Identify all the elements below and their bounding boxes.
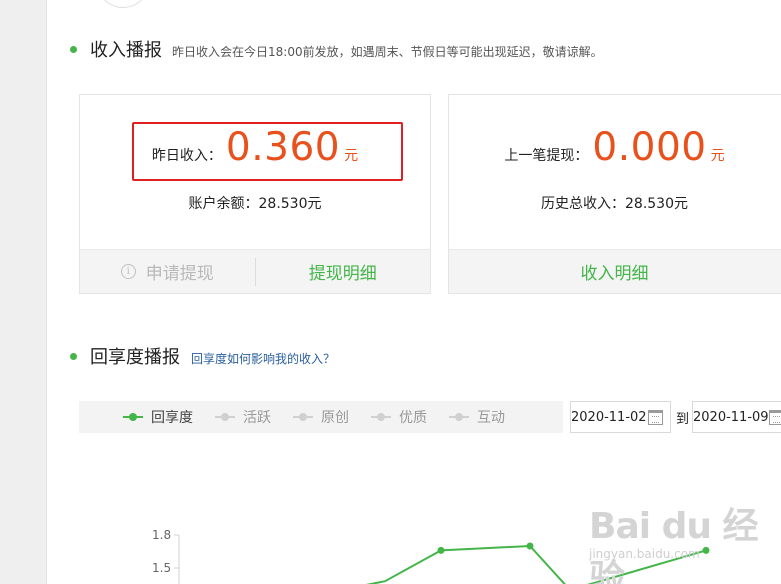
date-range-separator: 到 (676, 412, 690, 427)
income-section-title: 收入播报 (90, 40, 162, 61)
last-withdraw-value: 0.000 (592, 125, 707, 170)
history-total-income: 历史总收入：28.530元 (541, 196, 688, 212)
legend-item-original[interactable]: 原创 (293, 407, 349, 427)
legend-line-icon (215, 412, 235, 422)
legend-label: 活跃 (243, 410, 271, 426)
legend-item-interaction[interactable]: 互动 (449, 407, 505, 427)
yesterday-income-card: 昨日收入： 0.360 元 账户余额：28.530元 i 申请提现 提现明细 (79, 94, 431, 294)
engagement-section-header: 回享度播报 回享度如何影响我的收入？ (70, 343, 335, 369)
calendar-icon[interactable] (648, 410, 663, 425)
end-date-value: 2020-11-09 (693, 409, 769, 425)
engagement-help-link[interactable]: 回享度如何影响我的收入？ (191, 350, 335, 367)
avatar (98, 0, 148, 8)
data-point[interactable] (437, 546, 445, 554)
watermark-logo-text: Bai du 经验 (589, 506, 759, 584)
bullet-dot (70, 353, 77, 360)
left-rail (0, 0, 47, 584)
legend-line-icon (449, 412, 469, 422)
income-section-note: 昨日收入会在今日18:00前发放，如遇周末、节假日等可能出现延迟，敬请谅解。 (172, 45, 603, 59)
start-date-value: 2020-11-02 (571, 409, 647, 425)
y-tick-label: 1.8 (152, 528, 171, 542)
legend-label: 互动 (477, 410, 505, 426)
watermark-url: jingyan.baidu.com (589, 547, 700, 561)
card-footer: i 申请提现 提现明细 (80, 249, 430, 293)
y-tick-label: 1.5 (152, 561, 171, 575)
account-balance: 账户余额：28.530元 (188, 196, 322, 212)
bullet-dot (70, 46, 77, 53)
income-section-header: 收入播报 昨日收入会在今日18:00前发放，如遇周末、节假日等可能出现延迟，敬请… (70, 36, 603, 62)
legend-line-icon (293, 412, 313, 422)
start-date-input[interactable]: 2020-11-02 (570, 401, 671, 433)
last-withdraw-row: 上一笔提现： 0.000 元 (449, 125, 781, 170)
last-withdraw-label: 上一笔提现： (504, 148, 589, 164)
baidu-watermark: Bai du 经验 jingyan.baidu.com (589, 497, 781, 584)
legend-line-icon (123, 412, 143, 422)
apply-withdraw-label: 申请提现 (145, 264, 214, 284)
legend-line-icon (371, 412, 391, 422)
legend-item-engagement[interactable]: 回享度 (123, 407, 193, 427)
engagement-section-title: 回享度播报 (90, 347, 180, 368)
last-withdraw-card: 上一笔提现： 0.000 元 历史总收入：28.530元 收入明细 (448, 94, 781, 294)
end-date-input[interactable]: 2020-11-09 (692, 401, 781, 433)
withdraw-detail-link[interactable]: 提现明细 (256, 250, 431, 293)
apply-withdraw-button[interactable]: i 申请提现 (80, 250, 255, 293)
legend-item-quality[interactable]: 优质 (371, 407, 427, 427)
data-point[interactable] (526, 542, 534, 550)
legend-item-active[interactable]: 活跃 (215, 407, 271, 427)
legend-label: 原创 (321, 410, 349, 426)
chart-legend: 回享度 活跃 原创 优质 互动 (79, 401, 563, 433)
info-icon: i (120, 264, 136, 279)
calendar-icon[interactable] (769, 410, 781, 425)
income-detail-link[interactable]: 收入明细 (449, 250, 781, 293)
last-withdraw-unit: 元 (710, 148, 725, 164)
legend-label: 回享度 (151, 410, 193, 426)
highlight-annotation-box (132, 122, 403, 181)
legend-label: 优质 (399, 410, 427, 426)
card-footer: 收入明细 (449, 249, 781, 293)
